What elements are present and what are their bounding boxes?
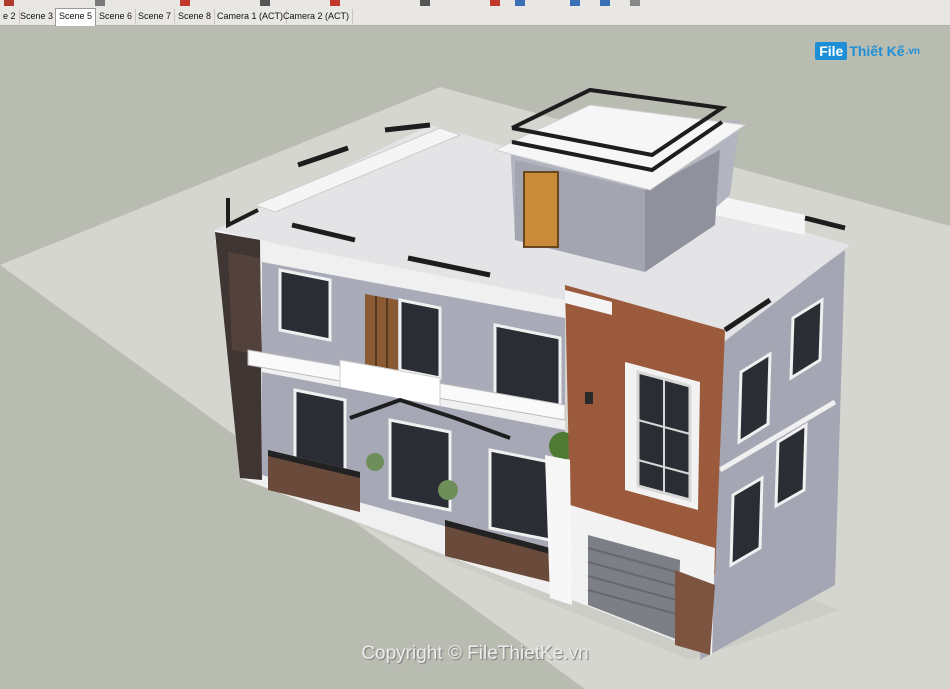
tool-icon[interactable]: [4, 0, 14, 6]
tower-door: [523, 171, 559, 248]
tab-camera-1[interactable]: Camera 1 (ACT): [214, 9, 288, 24]
tool-icon[interactable]: [600, 0, 610, 6]
tool-icon[interactable]: [570, 0, 580, 6]
logo-tld: .vn: [905, 45, 920, 57]
tool-icon[interactable]: [515, 0, 525, 6]
wood-slats: [365, 294, 398, 372]
tool-icon[interactable]: [420, 0, 430, 6]
tab-scene-8[interactable]: Scene 8: [175, 9, 216, 24]
plant-icon: [366, 453, 384, 471]
lower-window: [488, 448, 552, 542]
tool-icon[interactable]: [260, 0, 270, 6]
house-model: [0, 87, 950, 689]
plant-icon: [438, 480, 458, 500]
upper-window: [398, 298, 442, 380]
3d-viewport[interactable]: File Thiết Kế .vn: [0, 26, 950, 689]
tool-icon[interactable]: [330, 0, 340, 6]
logo: File Thiết Kế .vn: [815, 39, 920, 63]
tool-icon[interactable]: [180, 0, 190, 6]
tab-scene-6[interactable]: Scene 6: [96, 9, 137, 24]
upper-window: [278, 268, 332, 342]
tab-scene-5[interactable]: Scene 5: [55, 8, 97, 26]
tab-scene-7[interactable]: Scene 7: [135, 9, 176, 24]
lower-window: [293, 388, 347, 472]
tool-icon[interactable]: [630, 0, 640, 6]
scene-tab-bar: e 2 Scene 3 Scene 5 Scene 6 Scene 7 Scen…: [0, 8, 950, 26]
logo-file: File: [815, 42, 848, 60]
tool-icon[interactable]: [95, 0, 105, 6]
logo-text: Thiết Kế: [849, 43, 905, 59]
tab-camera-2[interactable]: Camera 2 (ACT): [280, 9, 354, 24]
copyright-watermark: Copyright © FileThietKe.vn: [361, 643, 589, 664]
tool-icon[interactable]: [490, 0, 500, 6]
tab-scene-3[interactable]: Scene 3: [17, 9, 58, 24]
dark-panel: [228, 252, 262, 355]
wall-lamp-icon: [585, 392, 593, 404]
